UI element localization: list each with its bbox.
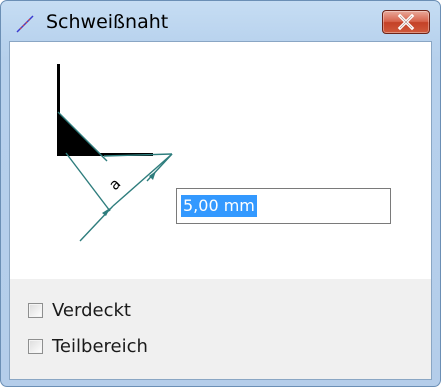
dimension-label: a (105, 175, 124, 194)
dialog-content: a 5,00 mm Verdeckt Teilbereich (9, 41, 432, 380)
verdeckt-checkbox[interactable] (28, 302, 43, 318)
schweissnaht-dialog: Schweißnaht a 5,00 mm Verdeckt Teilberei… (0, 0, 441, 387)
weld-diagram: a (57, 64, 173, 242)
close-button[interactable] (382, 10, 430, 34)
option-verdeckt[interactable]: Verdeckt (28, 299, 131, 321)
options-panel: Verdeckt Teilbereich (10, 279, 431, 379)
teilbereich-checkbox[interactable] (28, 338, 43, 354)
weld-seam-icon (16, 15, 34, 33)
option-teilbereich[interactable]: Teilbereich (28, 335, 148, 357)
teilbereich-label: Teilbereich (52, 335, 148, 357)
weld-thickness-input[interactable]: 5,00 mm (176, 188, 391, 224)
close-icon (397, 13, 415, 31)
weld-thickness-value: 5,00 mm (181, 195, 257, 217)
window-title: Schweißnaht (46, 11, 169, 33)
title-bar[interactable]: Schweißnaht (1, 1, 440, 41)
verdeckt-label: Verdeckt (52, 299, 131, 321)
